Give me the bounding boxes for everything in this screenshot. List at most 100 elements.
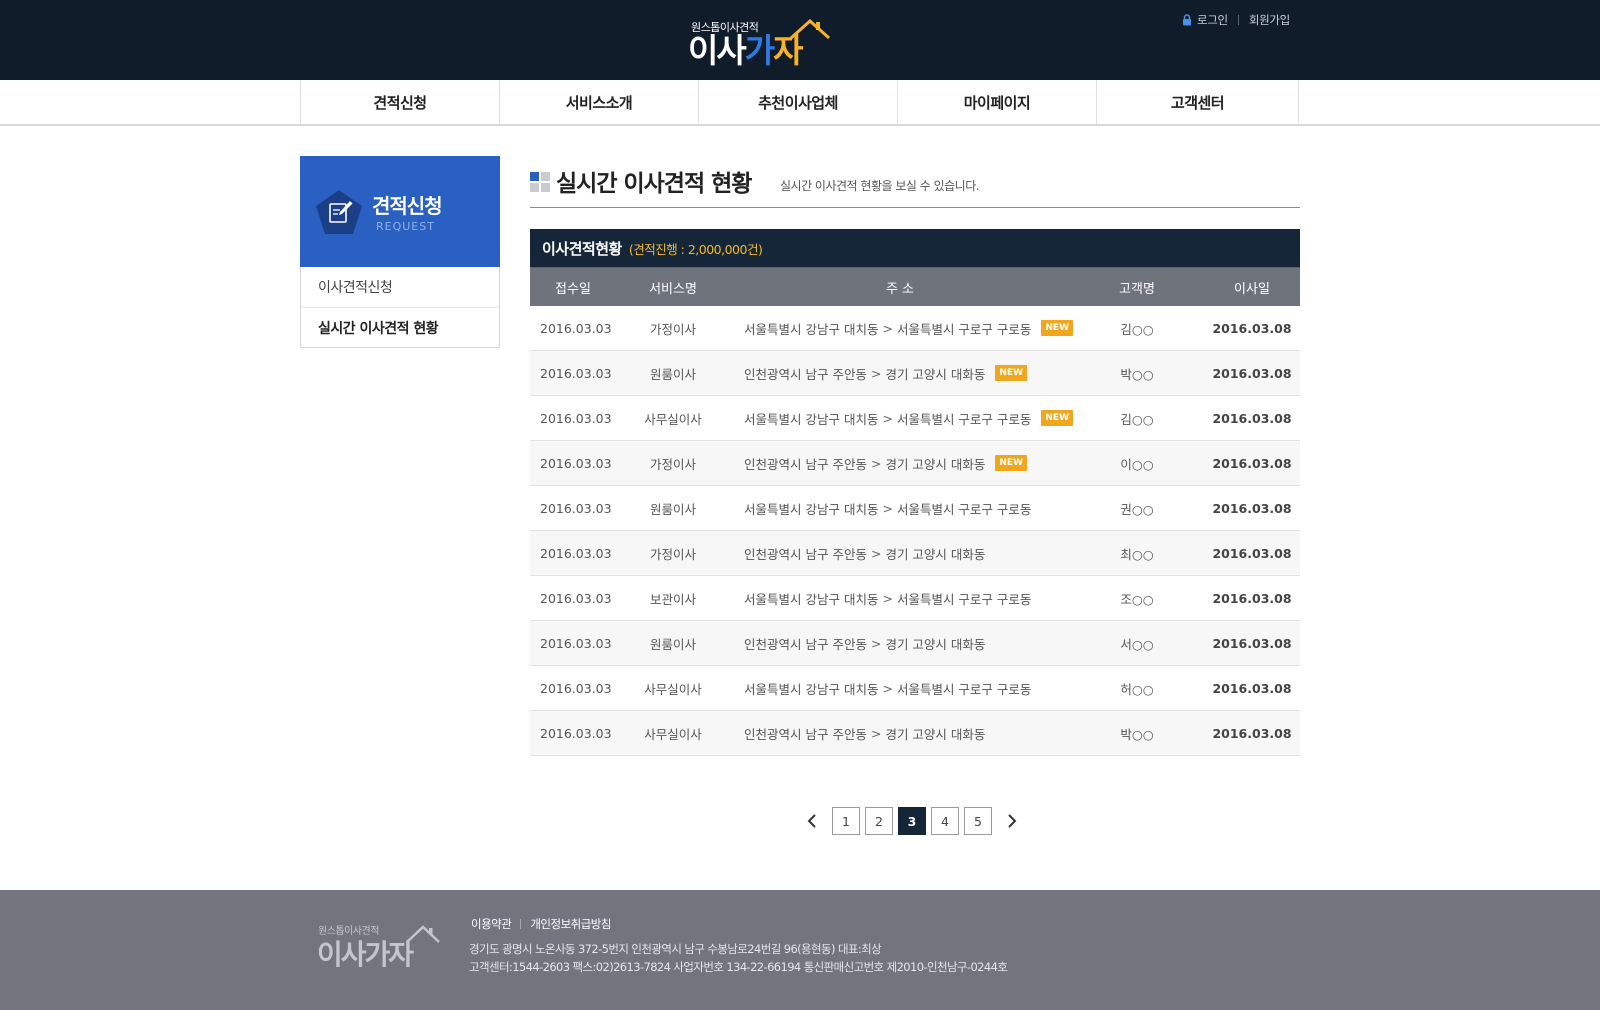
nav-item-recommend[interactable]: 추천이사업체 (699, 80, 898, 124)
house-roof-icon (406, 925, 440, 943)
page-button-2[interactable]: 2 (865, 807, 893, 835)
arrow-right-icon: > (870, 635, 882, 651)
address-to: 경기 고양시 대화동 (885, 546, 986, 562)
cell-address: 인천광역시 남구 주안동 > 경기 고양시 대화동 (730, 634, 1070, 653)
cell-service: 원룸이사 (649, 636, 696, 652)
side-nav-header: 견적신청 REQUEST (300, 156, 500, 267)
table-row[interactable]: 2016.03.03 원룸이사 인천광역시 남구 주안동 > 경기 고양시 대화동 NEW… (530, 351, 1300, 396)
address-from: 인천광역시 남구 주안동 (744, 546, 867, 562)
footer-company-info: 경기도 광명시 노온사동 372-5번지 인천광역시 남구 수봉남로24번길 9… (469, 940, 1008, 976)
cell-address: 인천광역시 남구 주안동 > 경기 고양시 대화동 NEW (730, 454, 1070, 473)
new-badge: NEW (995, 455, 1027, 471)
next-page-button[interactable] (1000, 807, 1024, 835)
side-nav-list: 이사견적신청 실시간 이사견적 현황 (300, 267, 500, 348)
arrow-right-icon: > (882, 680, 893, 696)
cell-date: 2016.03.03 (540, 545, 612, 561)
logo-wordmark: 이사가자 (688, 31, 804, 71)
table-caption: 이사견적현황 (견적진행 : 2,000,000건) (530, 229, 1300, 267)
cell-customer: 김○○ (1120, 321, 1154, 337)
address-to: 경기 고양시 대화동 (885, 636, 986, 652)
estimate-table: 이사견적현황 (견적진행 : 2,000,000건) 접수일 서비스명 주 소 … (530, 229, 1300, 756)
join-link[interactable]: 회원가입 (1249, 12, 1290, 28)
arrow-right-icon: > (882, 590, 893, 606)
cell-service: 사무실이사 (644, 411, 702, 427)
cell-customer: 박○○ (1120, 726, 1154, 742)
cell-date: 2016.03.03 (540, 590, 612, 606)
cell-service: 보관이사 (649, 591, 696, 607)
main-navigation: 견적신청 서비스소개 추천이사업체 마이페이지 고객센터 (0, 80, 1600, 126)
site-logo[interactable]: 원스톱이사견적 이사가자 (688, 16, 833, 72)
arrow-right-icon: > (870, 365, 882, 381)
col-header-date: 접수일 (555, 281, 591, 297)
page-button-4[interactable]: 4 (931, 807, 959, 835)
table-row[interactable]: 2016.03.03 가정이사 인천광역시 남구 주안동 > 경기 고양시 대화동 최○○… (530, 531, 1300, 576)
cell-date: 2016.03.03 (540, 455, 612, 471)
address-from: 서울특별시 강남구 대치동 (744, 321, 879, 337)
table-row[interactable]: 2016.03.03 가정이사 인천광역시 남구 주안동 > 경기 고양시 대화동 NEW… (530, 441, 1300, 486)
address-to: 서울특별시 구로구 구로동 (896, 681, 1032, 697)
main-nav-list: 견적신청 서비스소개 추천이사업체 마이페이지 고객센터 (300, 80, 1300, 124)
cell-move-date: 2016.03.08 (1212, 590, 1292, 606)
cell-service: 가정이사 (649, 456, 696, 472)
cell-customer: 최○○ (1120, 546, 1154, 562)
terms-link[interactable]: 이용약관 (471, 916, 512, 932)
footer-link-divider (520, 919, 522, 929)
table-row[interactable]: 2016.03.03 원룸이사 인천광역시 남구 주안동 > 경기 고양시 대화동 서○○… (530, 621, 1300, 666)
util-divider (1237, 15, 1239, 25)
side-nav-item-realtime-status[interactable]: 실시간 이사견적 현황 (301, 307, 499, 347)
login-link[interactable]: 로그인 (1197, 12, 1228, 28)
table-caption-count: (견적진행 : 2,000,000건) (628, 241, 763, 257)
address-from: 서울특별시 강남구 대치동 (744, 681, 879, 697)
cell-service: 가정이사 (649, 546, 696, 562)
side-nav-item-estimate-request[interactable]: 이사견적신청 (301, 267, 499, 307)
cell-address: 인천광역시 남구 주안동 > 경기 고양시 대화동 (730, 544, 1070, 563)
col-header-customer: 고객명 (1119, 281, 1155, 297)
address-to: 경기 고양시 대화동 (885, 726, 986, 742)
footer-contact: 고객센터:1544-2603 팩스:02)2613-7824 사업자번호 134… (469, 960, 1008, 974)
cell-move-date: 2016.03.08 (1212, 365, 1292, 381)
prev-page-button[interactable] (800, 807, 824, 835)
nav-item-mypage[interactable]: 마이페이지 (898, 80, 1097, 124)
nav-item-estimate[interactable]: 견적신청 (301, 80, 500, 124)
site-header: 원스톱이사견적 이사가자 로그인 회원가입 (0, 0, 1600, 80)
col-header-move-date: 이사일 (1234, 281, 1270, 297)
footer-logo: 원스톱이사견적 이사가자 (317, 922, 448, 972)
page-button-1[interactable]: 1 (832, 807, 860, 835)
cell-move-date: 2016.03.08 (1212, 680, 1292, 696)
page-button-3[interactable]: 3 (898, 807, 926, 835)
house-roof-icon (789, 18, 831, 40)
pagination: 1 2 3 4 5 (800, 807, 1024, 835)
table-row[interactable]: 2016.03.03 사무실이사 서울특별시 강남구 대치동 > 서울특별시 구로구 구… (530, 666, 1300, 711)
cell-date: 2016.03.03 (540, 500, 612, 516)
cell-move-date: 2016.03.08 (1212, 320, 1292, 336)
side-nav-title: 견적신청 (372, 194, 443, 218)
cell-address: 서울특별시 강남구 대치동 > 서울특별시 구로구 구로동 (730, 499, 1070, 518)
col-header-service: 서비스명 (649, 281, 697, 297)
chevron-right-icon (1008, 814, 1017, 828)
cell-date: 2016.03.03 (540, 680, 612, 696)
privacy-link[interactable]: 개인정보취급방침 (530, 916, 611, 932)
table-row[interactable]: 2016.03.03 사무실이사 서울특별시 강남구 대치동 > 서울특별시 구로구 구… (530, 396, 1300, 441)
lock-icon (1183, 14, 1191, 26)
nav-item-support[interactable]: 고객센터 (1097, 80, 1299, 124)
arrow-right-icon: > (882, 320, 893, 336)
cell-address: 인천광역시 남구 주안동 > 경기 고양시 대화동 (730, 724, 1070, 743)
table-row[interactable]: 2016.03.03 보관이사 서울특별시 강남구 대치동 > 서울특별시 구로구 구로… (530, 576, 1300, 621)
logo-word-2: 가 (744, 31, 775, 70)
nav-item-service[interactable]: 서비스소개 (500, 80, 699, 124)
table-row[interactable]: 2016.03.03 사무실이사 인천광역시 남구 주안동 > 경기 고양시 대화동 박○… (530, 711, 1300, 756)
page-title: 실시간 이사견적 현황 (556, 171, 752, 197)
address-to: 서울특별시 구로구 구로동 (896, 411, 1032, 427)
address-from: 서울특별시 강남구 대치동 (744, 411, 879, 427)
side-nav-subtitle: REQUEST (376, 220, 435, 233)
page-header: 실시간 이사견적 현황 실시간 이사견적 현황을 보실 수 있습니다. (530, 156, 1300, 208)
table-row[interactable]: 2016.03.03 가정이사 서울특별시 강남구 대치동 > 서울특별시 구로구 구로… (530, 306, 1300, 351)
page-button-5[interactable]: 5 (964, 807, 992, 835)
footer-address: 경기도 광명시 노온사동 372-5번지 인천광역시 남구 수봉남로24번길 9… (469, 942, 882, 956)
cell-move-date: 2016.03.08 (1212, 500, 1292, 516)
cell-service: 원룸이사 (649, 366, 696, 382)
table-row[interactable]: 2016.03.03 원룸이사 서울특별시 강남구 대치동 > 서울특별시 구로구 구로… (530, 486, 1300, 531)
cell-customer: 김○○ (1120, 411, 1154, 427)
address-from: 인천광역시 남구 주안동 (744, 366, 867, 382)
footer-links: 이용약관 개인정보취급방침 (471, 916, 611, 932)
